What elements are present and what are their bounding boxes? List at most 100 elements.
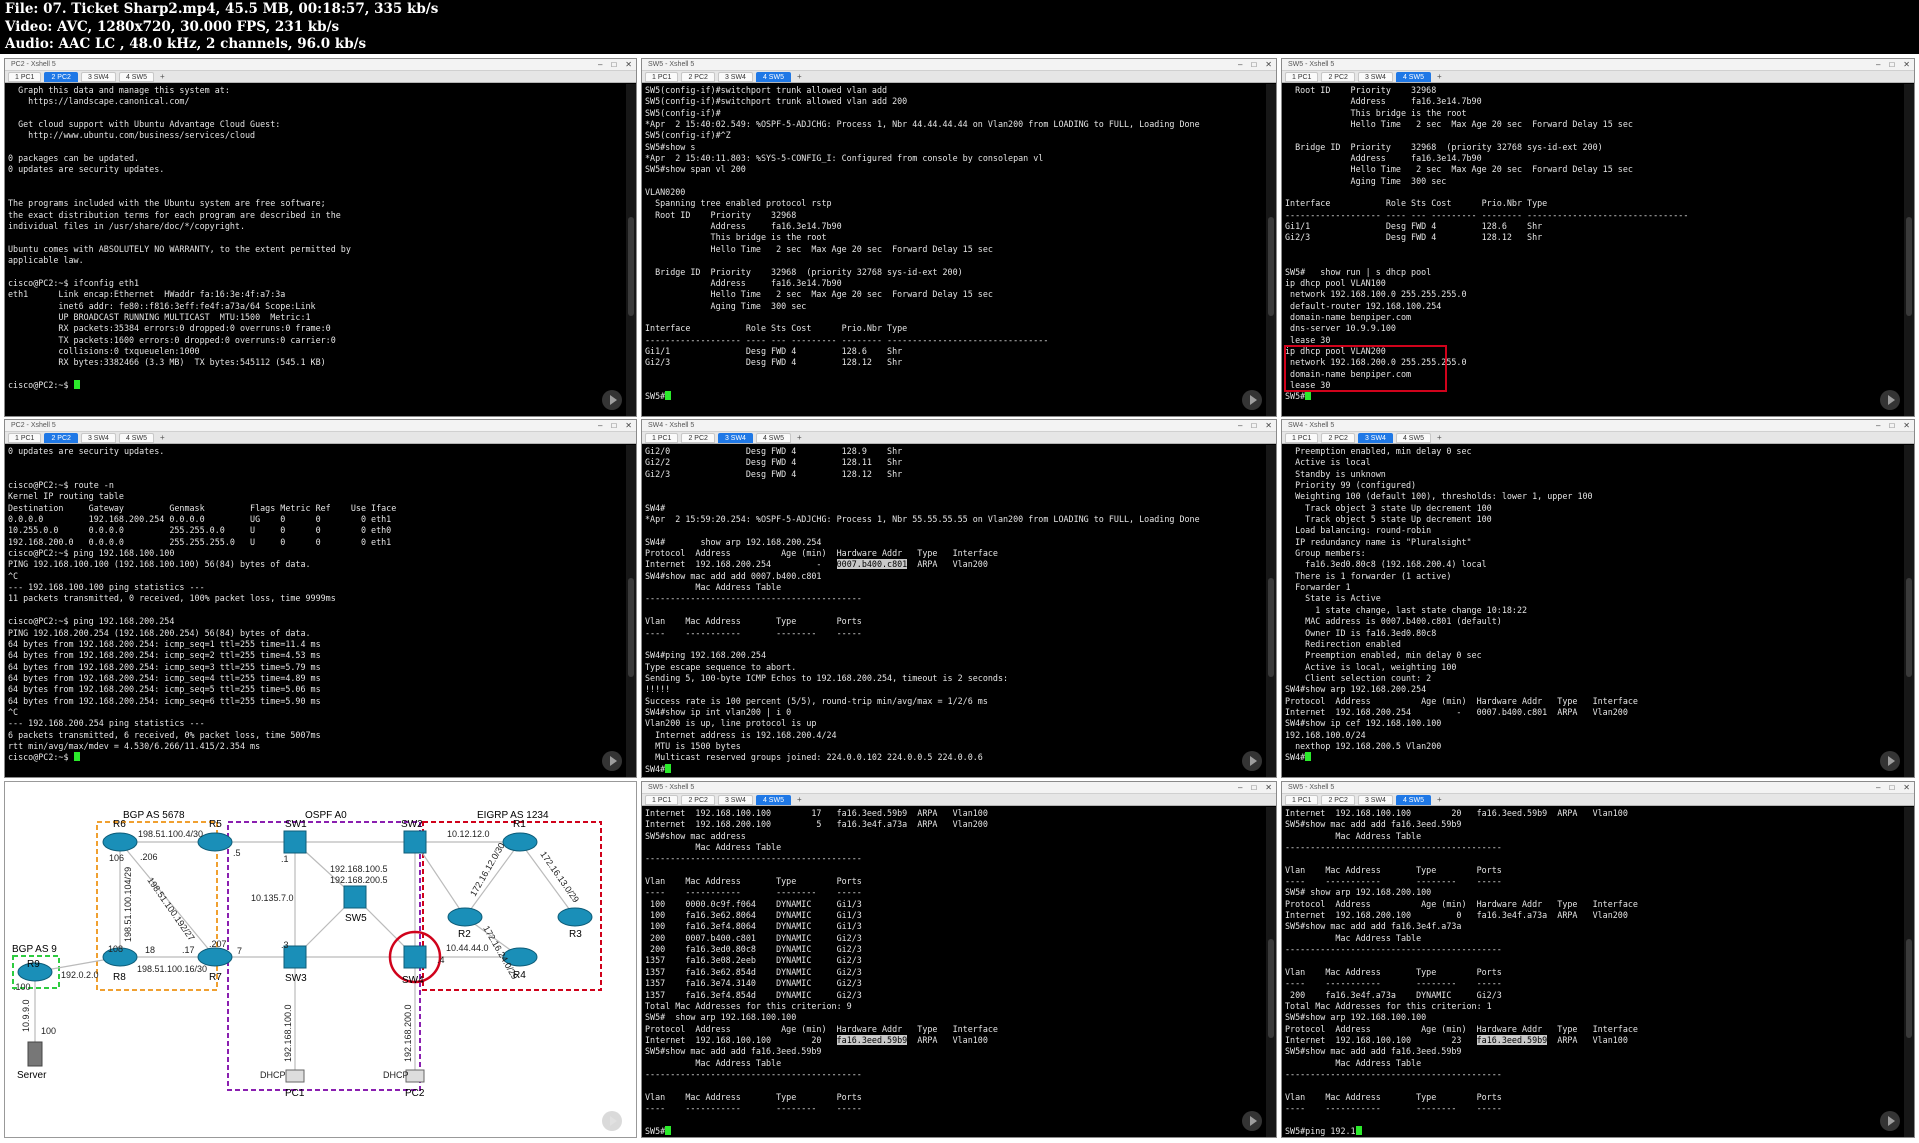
play-icon[interactable] [1880,390,1900,410]
window-controls[interactable]: – □ ✕ [1876,782,1910,794]
close-icon[interactable]: ✕ [1903,59,1910,71]
add-tab-icon[interactable]: + [794,795,805,804]
play-icon[interactable] [1242,390,1262,410]
window-controls[interactable]: – □ ✕ [1876,420,1910,432]
terminal-output[interactable]: 0 updates are security updates. cisco@PC… [5,445,626,777]
close-icon[interactable]: ✕ [1903,782,1910,794]
add-tab-icon[interactable]: + [157,72,168,81]
minimize-icon[interactable]: – [1238,59,1242,71]
close-icon[interactable]: ✕ [625,420,632,432]
session-tab[interactable]: 4 SW5 [1395,794,1431,805]
session-tab[interactable]: 1 PC1 [1285,794,1319,805]
session-tab[interactable]: 2 PC2 [681,794,715,805]
session-tab[interactable]: 4 SW5 [1395,432,1431,443]
scrollbar-thumb[interactable] [1906,939,1912,1038]
session-tab[interactable]: 2 PC2 [681,71,715,82]
session-tab[interactable]: 1 PC1 [8,432,42,443]
scrollbar-thumb[interactable] [1268,216,1274,317]
terminal-output[interactable]: Graph this data and manage this system a… [5,84,626,416]
session-tab[interactable]: 1 PC1 [645,71,679,82]
maximize-icon[interactable]: □ [1889,59,1894,71]
window-controls[interactable]: – □ ✕ [598,59,632,71]
terminal-window[interactable]: SW5 - Xshell 5– □ ✕ 1 PC1 2 PC2 3 SW4 4 SW5 + In… [1281,781,1915,1138]
maximize-icon[interactable]: □ [1251,782,1256,794]
minimize-icon[interactable]: – [1876,59,1880,71]
scrollbar[interactable] [1904,445,1914,777]
play-icon[interactable] [1242,751,1262,771]
maximize-icon[interactable]: □ [1251,59,1256,71]
terminal-window[interactable]: PC2 - Xshell 5– □ ✕ 1 PC1 2 PC2 3 SW4 4 SW5 +0 … [4,419,637,778]
close-icon[interactable]: ✕ [1265,782,1272,794]
session-tab[interactable]: 3 SW4 [1357,794,1393,805]
session-tab[interactable]: 1 PC1 [1285,71,1319,82]
terminal-output[interactable]: Internet 192.168.100.100 17 fa16.3eed.59… [642,807,1266,1137]
terminal-output[interactable]: SW5(config-if)#switchport trunk allowed … [642,84,1266,416]
play-icon[interactable] [1880,1111,1900,1131]
session-tab[interactable]: 4 SW5 [755,71,791,82]
session-tab[interactable]: 2 PC2 [44,71,78,82]
session-tab[interactable]: 4 SW5 [118,71,154,82]
session-tab[interactable]: 4 SW5 [118,432,154,443]
minimize-icon[interactable]: – [1876,782,1880,794]
add-tab-icon[interactable]: + [1434,72,1445,81]
add-tab-icon[interactable]: + [794,433,805,442]
terminal-window[interactable]: SW5 - Xshell 5– □ ✕ 1 PC1 2 PC2 3 SW4 4 SW5 + In… [641,781,1277,1138]
session-tab[interactable]: 4 SW5 [1395,71,1431,82]
play-icon[interactable] [602,390,622,410]
add-tab-icon[interactable]: + [1434,795,1445,804]
scrollbar-thumb[interactable] [628,577,634,678]
scrollbar[interactable] [1904,807,1914,1137]
maximize-icon[interactable]: □ [611,420,616,432]
session-tab[interactable]: 2 PC2 [1321,71,1355,82]
terminal-window[interactable]: PC2 - Xshell 5– □ ✕ 1 PC1 2 PC2 3 SW4 4 SW5 + G… [4,58,637,417]
session-tab[interactable]: 2 PC2 [44,432,78,443]
terminal-output[interactable]: Internet 192.168.100.100 20 fa16.3eed.59… [1282,807,1904,1137]
session-tab[interactable]: 1 PC1 [8,71,42,82]
window-controls[interactable]: – □ ✕ [598,420,632,432]
minimize-icon[interactable]: – [1238,420,1242,432]
session-tab[interactable]: 1 PC1 [645,794,679,805]
terminal-output[interactable]: Preemption enabled, min delay 0 sec Acti… [1282,445,1904,777]
maximize-icon[interactable]: □ [611,59,616,71]
minimize-icon[interactable]: – [1238,782,1242,794]
minimize-icon[interactable]: – [598,420,602,432]
maximize-icon[interactable]: □ [1889,782,1894,794]
session-tab[interactable]: 2 PC2 [1321,432,1355,443]
session-tab[interactable]: 3 SW4 [1357,432,1393,443]
scrollbar-thumb[interactable] [1906,577,1912,678]
terminal-window[interactable]: SW4 - Xshell 5– □ ✕ 1 PC1 2 PC2 3 SW4 4 SW5 + P… [1281,419,1915,778]
play-icon[interactable] [602,751,622,771]
add-tab-icon[interactable]: + [794,72,805,81]
window-controls[interactable]: – □ ✕ [1238,59,1272,71]
session-tab[interactable]: 3 SW4 [717,794,753,805]
play-icon[interactable] [602,1111,622,1131]
close-icon[interactable]: ✕ [1903,420,1910,432]
session-tab[interactable]: 3 SW4 [80,432,116,443]
play-icon[interactable] [1242,1111,1262,1131]
scrollbar[interactable] [1266,807,1276,1137]
minimize-icon[interactable]: – [1876,420,1880,432]
scrollbar[interactable] [1266,84,1276,416]
session-tab[interactable]: 1 PC1 [645,432,679,443]
close-icon[interactable]: ✕ [1265,420,1272,432]
terminal-window[interactable]: SW5 - Xshell 5– □ ✕ 1 PC1 2 PC2 3 SW4 4 SW5 + SW… [641,58,1277,417]
session-tab[interactable]: 4 SW5 [755,794,791,805]
scrollbar[interactable] [1266,445,1276,777]
scrollbar[interactable] [1904,84,1914,416]
session-tab[interactable]: 2 PC2 [681,432,715,443]
session-tab[interactable]: 1 PC1 [1285,432,1319,443]
close-icon[interactable]: ✕ [1265,59,1272,71]
window-controls[interactable]: – □ ✕ [1238,782,1272,794]
window-controls[interactable]: – □ ✕ [1876,59,1910,71]
session-tab[interactable]: 3 SW4 [717,71,753,82]
maximize-icon[interactable]: □ [1889,420,1894,432]
scrollbar-thumb[interactable] [1268,577,1274,678]
terminal-output[interactable]: Gi2/0 Desg FWD 4 128.9 Shr Gi2/2 Desg FWD… [642,445,1266,777]
close-icon[interactable]: ✕ [625,59,632,71]
session-tab[interactable]: 4 SW5 [755,432,791,443]
scrollbar-thumb[interactable] [1906,216,1912,317]
add-tab-icon[interactable]: + [157,433,168,442]
maximize-icon[interactable]: □ [1251,420,1256,432]
scrollbar[interactable] [626,84,636,416]
minimize-icon[interactable]: – [598,59,602,71]
